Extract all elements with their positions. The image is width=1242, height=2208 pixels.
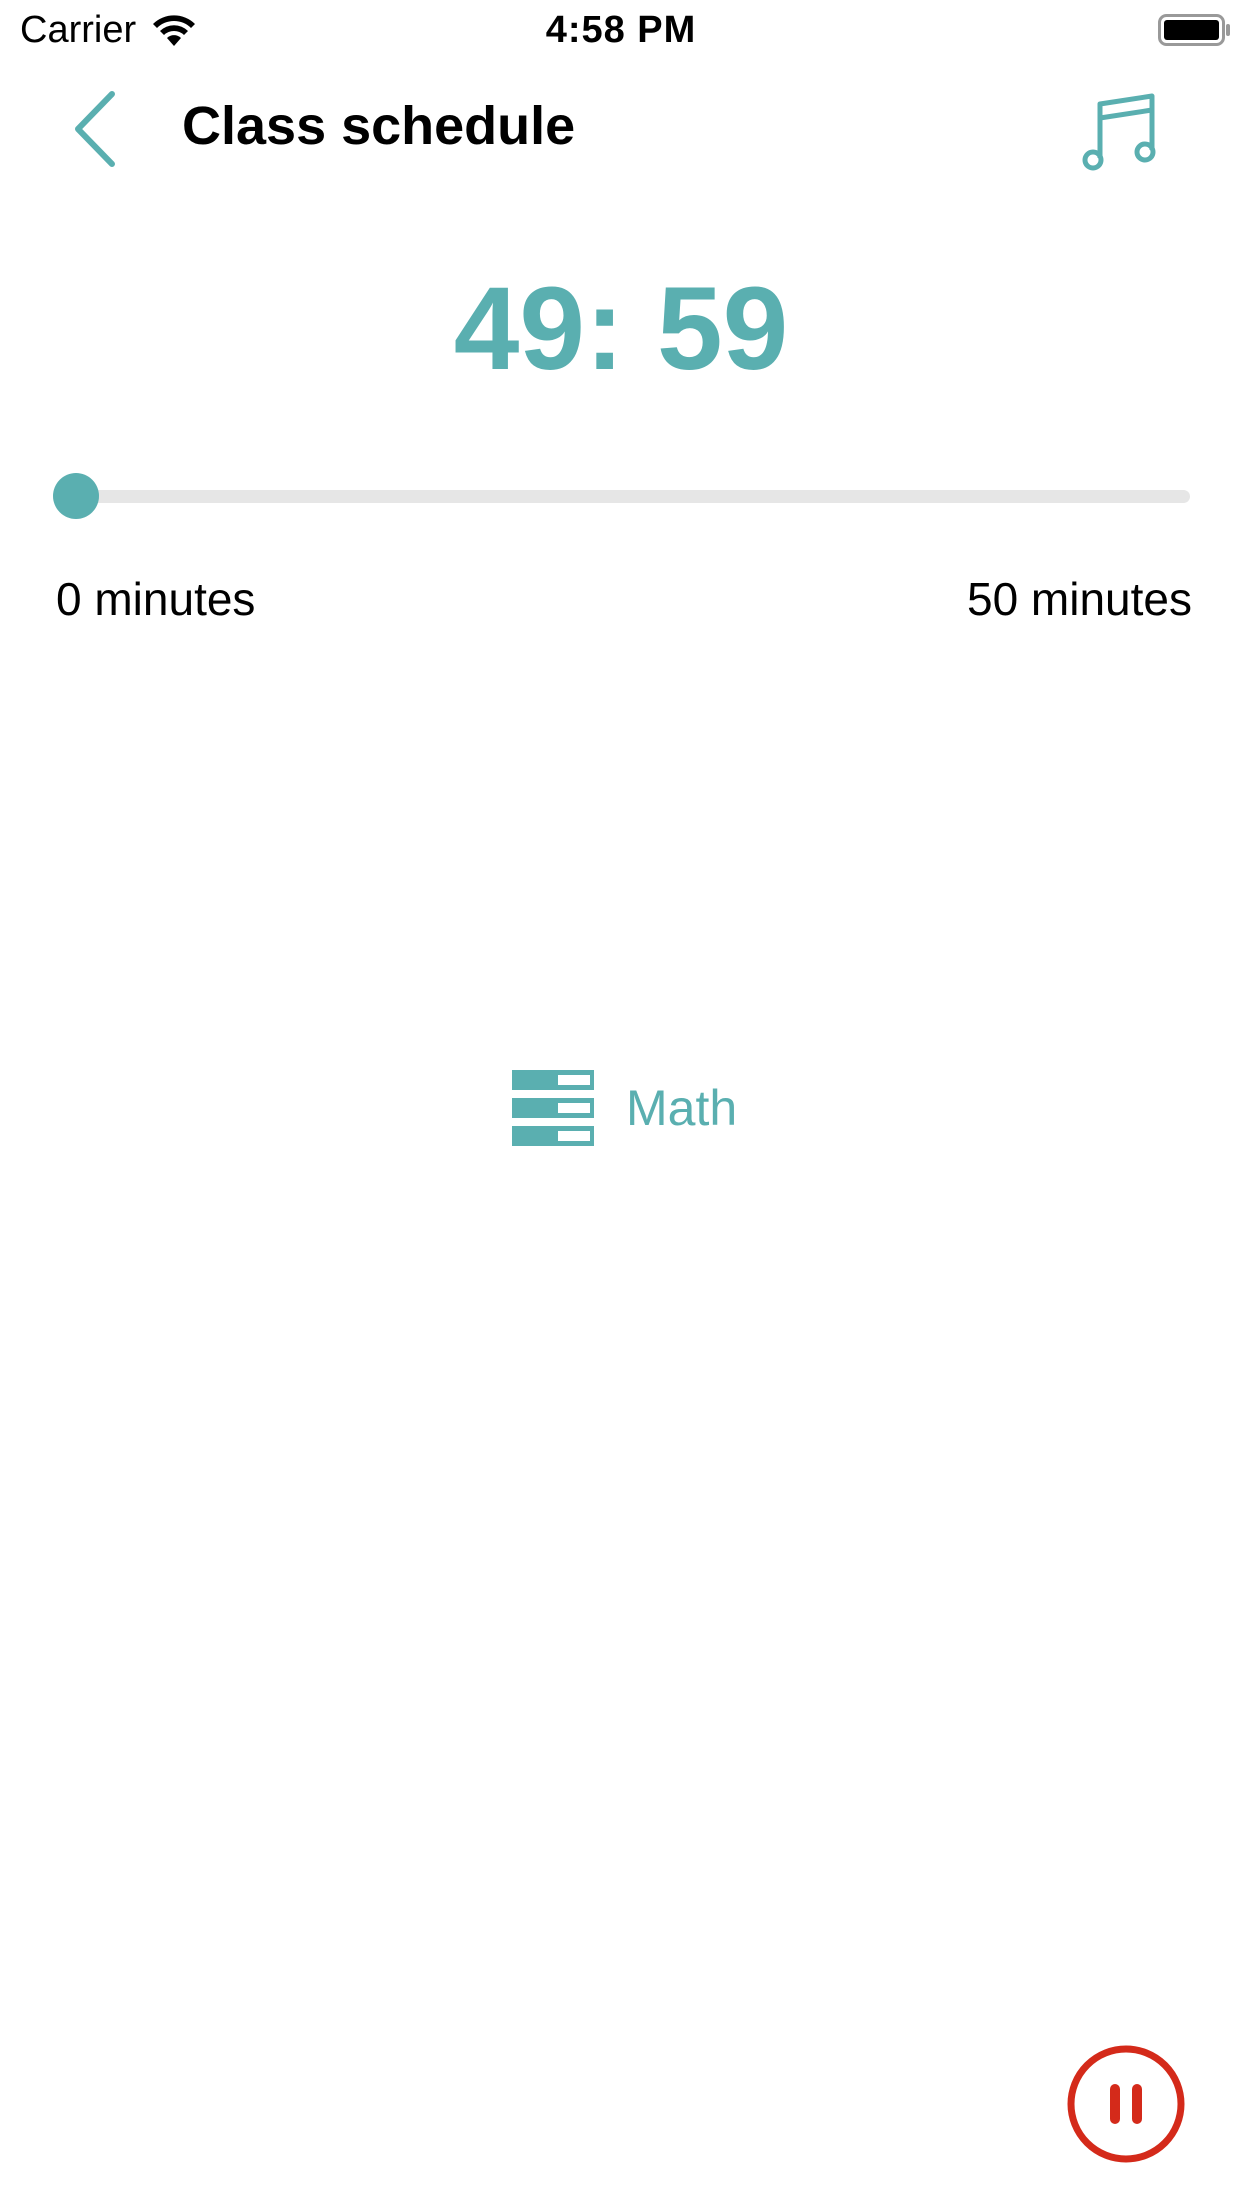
countdown-timer: 49: 59 [453, 263, 789, 395]
slider-min-label: 0 minutes [56, 573, 256, 625]
page-title: Class schedule [182, 96, 576, 156]
subject-name: Math [626, 1080, 738, 1136]
slider-max-label: 50 minutes [966, 573, 1192, 625]
schedule-list-icon [512, 1070, 594, 1146]
back-chevron-icon[interactable] [60, 84, 130, 174]
slider-track [76, 490, 1190, 503]
pause-icon[interactable] [1066, 2044, 1186, 2164]
nav-bar: Class schedule [0, 70, 1242, 190]
status-time: 4:58 PM [545, 9, 697, 51]
status-bar: Carrier 4:58 PM [0, 0, 1242, 60]
music-note-icon[interactable] [1080, 88, 1160, 174]
progress-slider[interactable] [53, 470, 1190, 520]
slider-thumb[interactable] [53, 473, 99, 519]
current-subject: Math [512, 1068, 737, 1148]
battery-icon [1158, 14, 1230, 46]
